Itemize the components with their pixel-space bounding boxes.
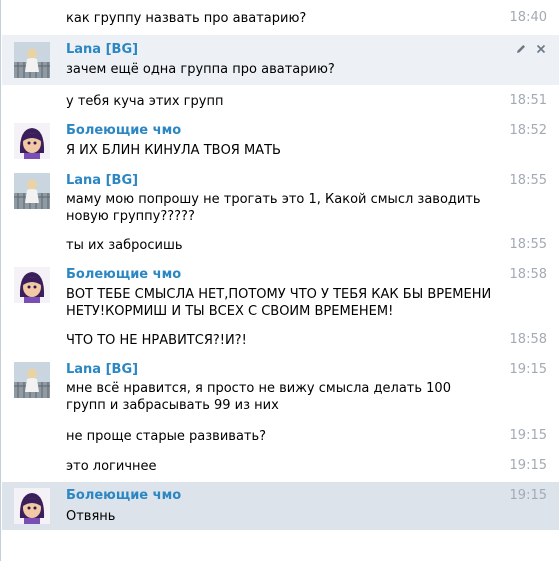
message-row[interactable]: Болеющие чмо Отвянь 19:15 bbox=[2, 482, 559, 530]
message-text: ЧТО ТО НЕ НРАВИТСЯ?!И?! bbox=[66, 333, 247, 348]
lana-avatar[interactable] bbox=[14, 42, 50, 78]
bolejuschie-avatar-image bbox=[14, 488, 50, 524]
message-text: мне всё нравится, я просто не вижу смысл… bbox=[66, 381, 456, 413]
message-text: не проще старые развивать? bbox=[66, 429, 267, 444]
message-time[interactable]: 18:55 bbox=[510, 173, 547, 188]
bolejuschie-avatar[interactable] bbox=[14, 123, 50, 159]
lana-avatar-image bbox=[14, 173, 50, 209]
message-author[interactable]: Lana [BG] bbox=[66, 173, 138, 188]
message-text: Отвянь bbox=[66, 509, 116, 524]
message-time[interactable]: 19:15 bbox=[510, 488, 547, 503]
message-row[interactable]: Lana [BG] мне всё нравится, я просто не … bbox=[2, 356, 559, 421]
message-row[interactable]: Болеющие чмо ВОТ ТЕБЕ СМЫСЛА НЕТ,ПОТОМУ … bbox=[2, 262, 559, 326]
lana-avatar[interactable] bbox=[14, 173, 50, 209]
message-time[interactable]: 18:40 bbox=[510, 10, 547, 25]
message-row[interactable]: Болеющие чмо Я ИХ БЛИН КИНУЛА ТВОЯ МАТЬ … bbox=[2, 117, 559, 167]
message-time[interactable]: 18:51 bbox=[510, 93, 547, 108]
message-row[interactable]: как группу назвать про аватарию? 18:40 bbox=[2, 2, 559, 34]
message-text: ты их забросишь bbox=[66, 238, 183, 253]
message-row[interactable]: ЧТО ТО НЕ НРАВИТСЯ?!И?! 18:58 bbox=[2, 327, 559, 355]
message-author[interactable]: Lana [BG] bbox=[66, 42, 138, 57]
message-text: у тебя куча этих групп bbox=[66, 94, 224, 109]
message-text: Я ИХ БЛИН КИНУЛА ТВОЯ МАТЬ bbox=[66, 143, 281, 158]
message-row[interactable]: это логичнее 19:15 bbox=[2, 452, 559, 482]
message-time[interactable]: 18:55 bbox=[510, 237, 547, 252]
message-row[interactable]: Lana [BG] маму мою попрошу не трогать эт… bbox=[2, 167, 559, 230]
message-time[interactable]: 19:15 bbox=[510, 428, 547, 443]
bolejuschie-avatar[interactable] bbox=[14, 267, 50, 303]
lana-avatar[interactable] bbox=[14, 362, 50, 398]
message-text: зачем ещё одна группа про аватарию? bbox=[66, 62, 335, 77]
message-text: это логичнее bbox=[66, 459, 157, 474]
bolejuschie-avatar-image bbox=[14, 267, 50, 303]
message-time[interactable]: 18:58 bbox=[510, 332, 547, 347]
message-text: маму мою попрошу не трогать это 1, Какой… bbox=[66, 192, 485, 224]
message-row[interactable]: не проще старые развивать? 19:15 bbox=[2, 422, 559, 451]
message-text: как группу назвать про аватарию? bbox=[66, 11, 307, 26]
lana-avatar-image bbox=[14, 42, 50, 78]
message-history: как группу назвать про аватарию? 18:40 L… bbox=[0, 0, 559, 561]
message-row[interactable]: Lana [BG] зачем ещё одна группа про ават… bbox=[2, 35, 559, 85]
message-text: ВОТ ТЕБЕ СМЫСЛА НЕТ,ПОТОМУ ЧТО У ТЕБЯ КА… bbox=[66, 287, 496, 319]
bolejuschie-avatar-image bbox=[14, 123, 50, 159]
message-time[interactable]: 18:52 bbox=[510, 123, 547, 138]
message-time[interactable]: 19:15 bbox=[510, 362, 547, 377]
message-author[interactable]: Болеющие чмо bbox=[66, 488, 181, 503]
pencil-icon[interactable] bbox=[515, 43, 527, 55]
message-author[interactable]: Болеющие чмо bbox=[66, 267, 181, 282]
message-actions bbox=[515, 43, 547, 55]
message-time[interactable]: 18:58 bbox=[510, 267, 547, 282]
message-author[interactable]: Lana [BG] bbox=[66, 362, 138, 377]
close-icon[interactable] bbox=[535, 43, 547, 55]
bolejuschie-avatar[interactable] bbox=[14, 488, 50, 524]
message-time[interactable]: 19:15 bbox=[510, 458, 547, 473]
message-row[interactable]: у тебя куча этих групп 18:51 bbox=[2, 86, 559, 116]
lana-avatar-image bbox=[14, 362, 50, 398]
message-row[interactable]: ты их забросишь 18:55 bbox=[2, 231, 559, 261]
message-author[interactable]: Болеющие чмо bbox=[66, 123, 181, 138]
